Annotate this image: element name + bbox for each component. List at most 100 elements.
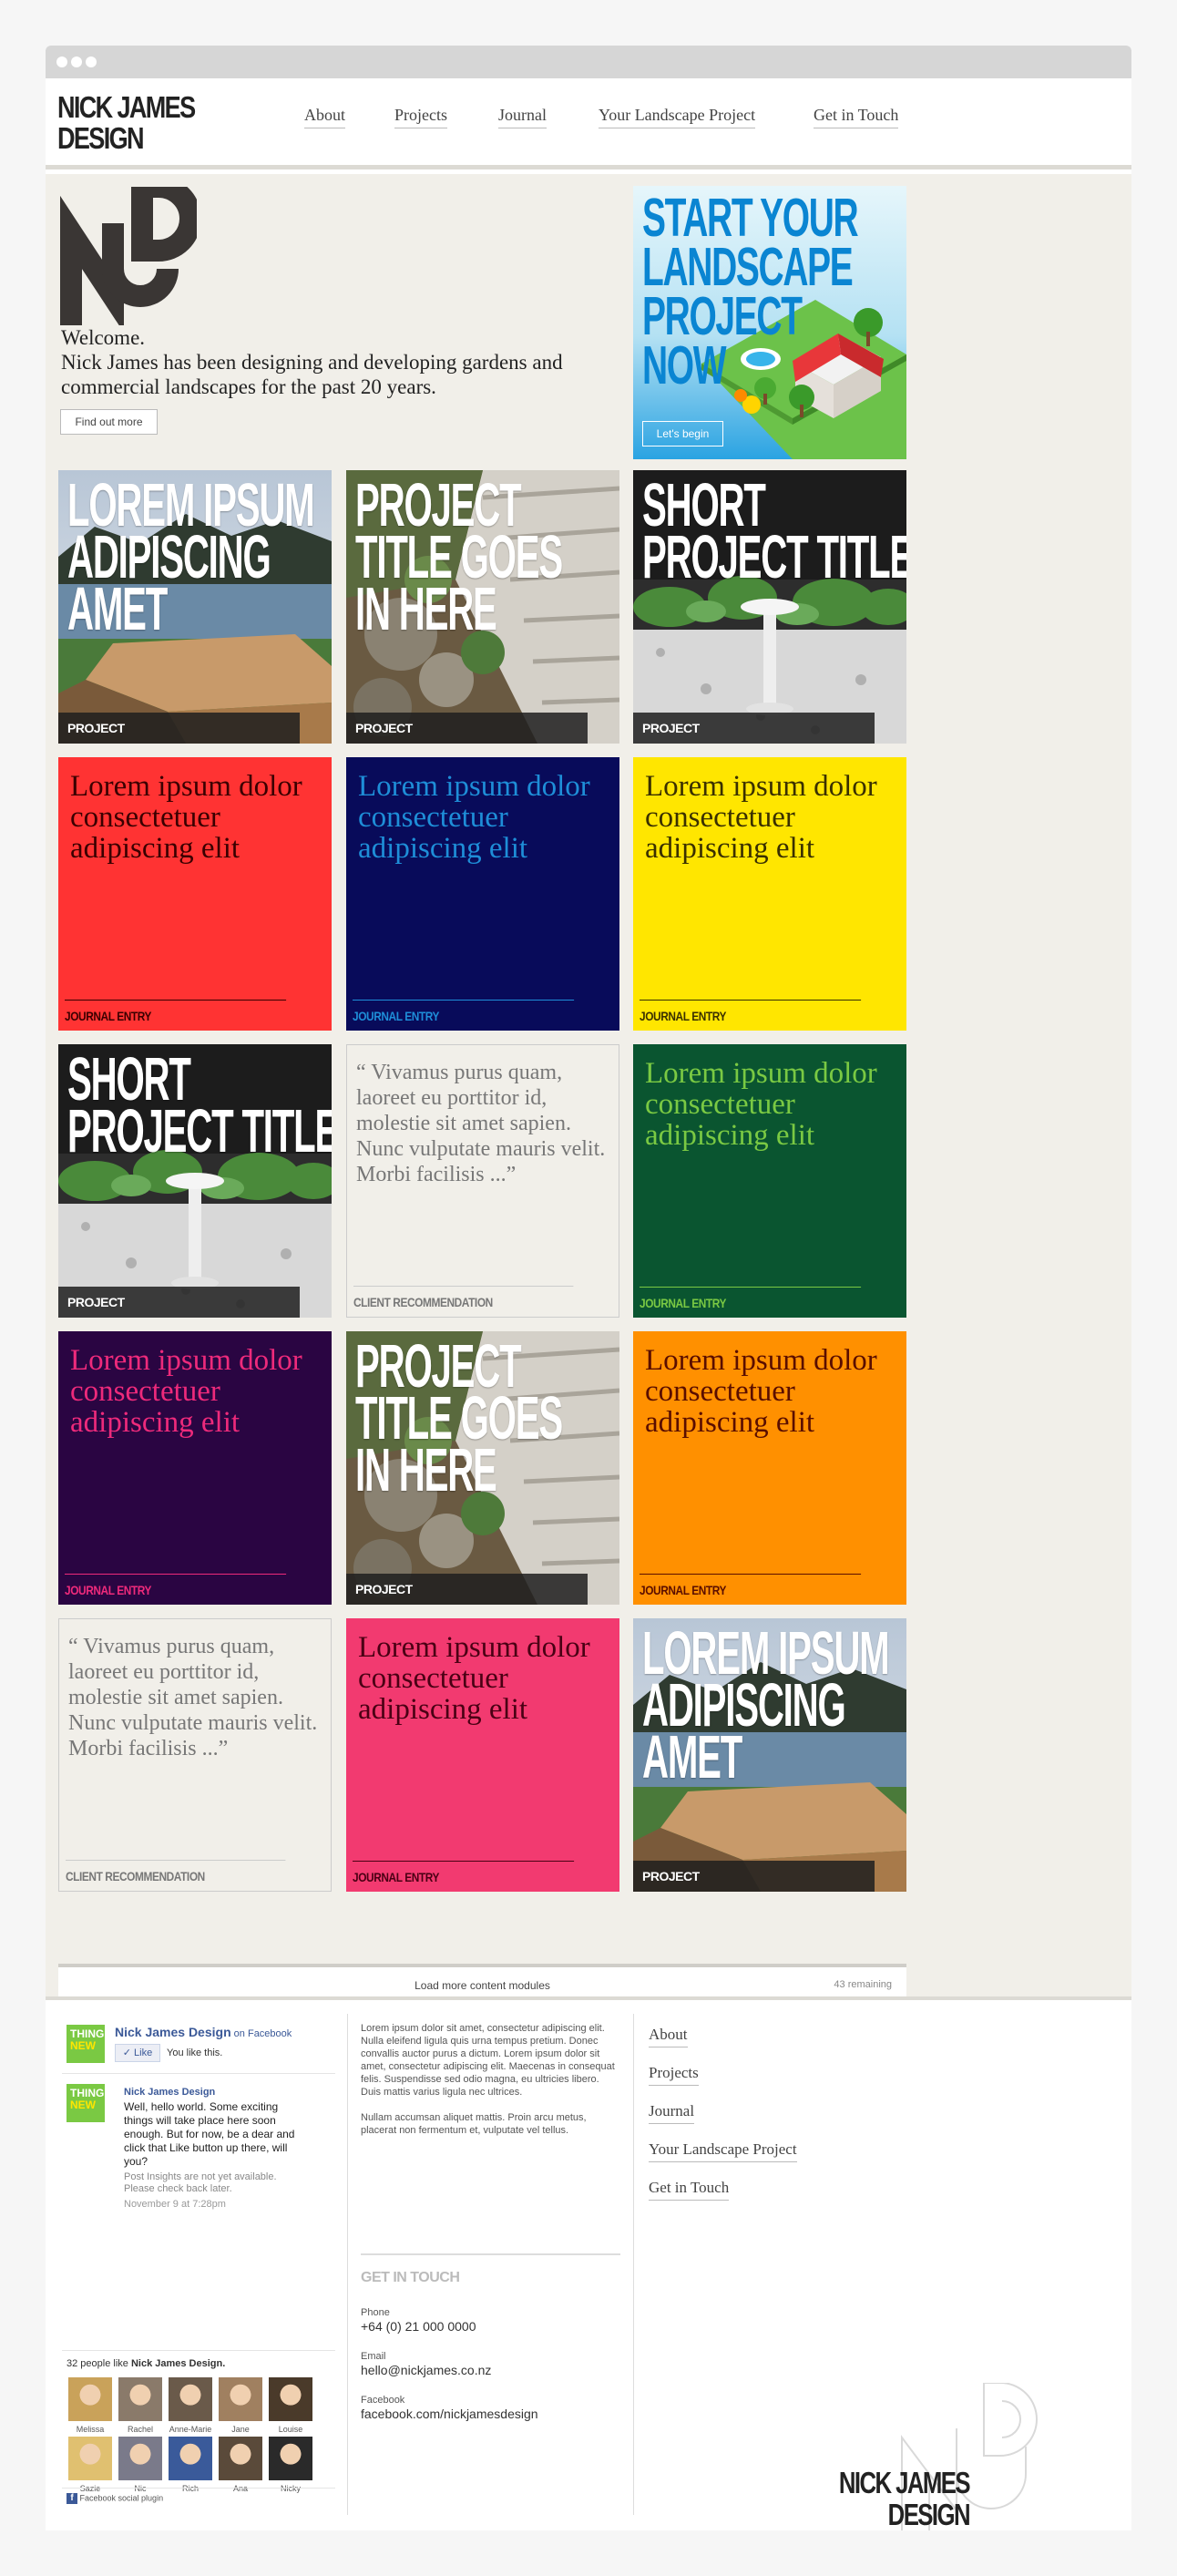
tile-label: PROJECT [346, 1574, 588, 1605]
fan-name[interactable]: Jane [215, 2425, 266, 2434]
fan-avatar[interactable] [169, 2437, 212, 2480]
email-label: Email [361, 2351, 386, 2362]
tile-label: CLIENT RECOMMENDATION [66, 1860, 286, 1891]
tile-label: PROJECT [58, 713, 300, 744]
journal-tile[interactable]: Lorem ipsum dolor consectetuer adipiscin… [58, 1331, 332, 1605]
fb-page-link[interactable]: Nick James Design [115, 2025, 231, 2039]
footer-logo[interactable]: NICK JAMES DESIGN [820, 2467, 971, 2530]
footer-link-your-landscape-project[interactable]: Your Landscape Project [649, 2140, 797, 2162]
fan-avatar[interactable] [269, 2437, 312, 2480]
nav-your-landscape-project[interactable]: Your Landscape Project [599, 106, 756, 128]
fan-name[interactable]: Ana [215, 2484, 266, 2493]
project-title-line: PROJECT TITLE [642, 523, 906, 591]
quote-text: “ Vivamus purus quam, laoreet eu porttit… [356, 1061, 606, 1186]
fan-avatar[interactable] [68, 2437, 112, 2480]
tile-label: PROJECT [346, 713, 588, 744]
fan-name[interactable]: Melissa [65, 2425, 116, 2434]
footer-divider [347, 2014, 348, 2515]
journal-title: Lorem ipsum dolor consectetuer adipiscin… [70, 1344, 302, 1439]
fan-name[interactable]: Rich [165, 2484, 216, 2493]
like-label: Like [134, 2047, 153, 2058]
browser-window: NICK JAMES DESIGN About Projects Journal… [46, 46, 1131, 2530]
project-tile[interactable]: SHORT PROJECT TITLE PROJECT [58, 1044, 332, 1318]
email-link[interactable]: hello@nickjames.co.nz [361, 2363, 491, 2377]
footer-link-get-in-touch[interactable]: Get in Touch [649, 2179, 730, 2201]
fan-avatar[interactable] [219, 2437, 262, 2480]
tile-label: JOURNAL ENTRY [353, 1861, 575, 1892]
quote-text: “ Vivamus purus quam, laoreet eu porttit… [68, 1635, 318, 1760]
fan-name[interactable]: Anne-Marie [165, 2425, 216, 2434]
project-tile[interactable]: PROJECT TITLE GOES IN HERE PROJECT [346, 470, 619, 744]
fan-avatar[interactable] [169, 2377, 212, 2421]
post-thumbnail: THING NEW [67, 2084, 105, 2122]
fan-name[interactable]: Louise [265, 2425, 316, 2434]
fan-avatar[interactable] [68, 2377, 112, 2421]
nav-about[interactable]: About [304, 106, 345, 128]
ad-line: NOW [642, 335, 727, 395]
footer-link-projects[interactable]: Projects [649, 2064, 699, 2086]
ad-headline: START YOUR LANDSCAPE PROJECT NOW [642, 188, 859, 395]
fan-name[interactable]: Rachel [115, 2425, 166, 2434]
journal-title: Lorem ipsum dolor consectetuer adipiscin… [358, 1631, 590, 1726]
fans-page-name[interactable]: Nick James Design. [131, 2358, 225, 2369]
landscape-project-ad[interactable]: START YOUR LANDSCAPE PROJECT NOW Let's b… [633, 186, 906, 459]
journal-tile[interactable]: Lorem ipsum dolor consectetuer adipiscin… [346, 757, 619, 1031]
window-dot-icon[interactable] [71, 56, 82, 67]
fan-name[interactable]: Sazie [65, 2484, 116, 2493]
journal-tile[interactable]: Lorem ipsum dolor consectetuer adipiscin… [633, 757, 906, 1031]
window-dot-icon[interactable] [86, 56, 97, 67]
project-title: PROJECT TITLE GOES IN HERE [355, 1336, 563, 1501]
main-content: Welcome. Nick James has been designing a… [46, 174, 1131, 2002]
ad-line: START YOUR [642, 188, 859, 248]
load-more-button[interactable]: Load more content modules [58, 1979, 906, 1992]
fan-avatar[interactable] [269, 2377, 312, 2421]
welcome-heading: Welcome. [61, 326, 146, 349]
journal-title: Lorem ipsum dolor consectetuer adipiscin… [645, 770, 877, 865]
footer-link-about[interactable]: About [649, 2026, 688, 2047]
footer-about: Lorem ipsum dolor sit amet, consectetur … [361, 2022, 620, 2137]
remaining-count: 43 remaining [834, 1979, 892, 1990]
project-tile[interactable]: LOREM IPSUM ADIPISCING AMET PROJECT [58, 470, 332, 744]
fb-link[interactable]: facebook.com/nickjamesdesign [361, 2407, 538, 2421]
journal-tile[interactable]: Lorem ipsum dolor consectetuer adipiscin… [633, 1331, 906, 1605]
journal-tile[interactable]: Lorem ipsum dolor consectetuer adipiscin… [58, 757, 332, 1031]
project-tile[interactable]: PROJECT TITLE GOES IN HERE PROJECT [346, 1331, 619, 1605]
tile-label: PROJECT [58, 1287, 300, 1318]
phone-value[interactable]: +64 (0) 21 000 0000 [361, 2319, 476, 2334]
find-out-more-button[interactable]: Find out more [60, 409, 158, 435]
fan-avatar[interactable] [118, 2437, 162, 2480]
nav-journal[interactable]: Journal [498, 106, 547, 128]
tile-label: JOURNAL ENTRY [65, 1574, 287, 1605]
site-logo[interactable]: NICK JAMES DESIGN [57, 92, 196, 154]
tile-label: PROJECT [633, 713, 875, 744]
fans-count: 32 people like Nick James Design. [67, 2358, 225, 2369]
project-title-line: PROJECT TITLE [67, 1097, 332, 1165]
fb-like-button[interactable]: ✓ Like [115, 2044, 160, 2062]
post-author[interactable]: Nick James Design [124, 2087, 215, 2098]
plugin-text[interactable]: Facebook social plugin [80, 2493, 164, 2502]
fb-on-facebook[interactable]: on Facebook [231, 2028, 292, 2039]
recommendation-tile[interactable]: “ Vivamus purus quam, laoreet eu porttit… [58, 1618, 332, 1892]
journal-tile[interactable]: Lorem ipsum dolor consectetuer adipiscin… [633, 1044, 906, 1318]
recommendation-tile[interactable]: “ Vivamus purus quam, laoreet eu porttit… [346, 1044, 619, 1318]
project-tile[interactable]: SHORT PROJECT TITLE PROJECT [633, 470, 906, 744]
project-title: SHORT PROJECT TITLE [642, 475, 906, 591]
tile-label: JOURNAL ENTRY [640, 1574, 862, 1605]
welcome-text: Welcome. Nick James has been designing a… [61, 325, 626, 399]
nav-get-in-touch[interactable]: Get in Touch [814, 106, 899, 128]
contact-email: Email hello@nickjames.co.nz [361, 2350, 491, 2377]
site-header: NICK JAMES DESIGN About Projects Journal… [46, 78, 1131, 169]
project-tile[interactable]: LOREM IPSUM ADIPISCING AMET PROJECT [633, 1618, 906, 1892]
fan-avatar[interactable] [118, 2377, 162, 2421]
lets-begin-button[interactable]: Let's begin [642, 421, 723, 446]
page-thumbnail: THING NEW [67, 2025, 105, 2063]
fan-name[interactable]: Nicky [265, 2484, 316, 2493]
footer-link-journal[interactable]: Journal [649, 2102, 695, 2124]
window-dot-icon[interactable] [56, 56, 67, 67]
tile-label: JOURNAL ENTRY [65, 1000, 287, 1031]
fan-name[interactable]: Nic [115, 2484, 166, 2493]
journal-tile[interactable]: Lorem ipsum dolor consectetuer adipiscin… [346, 1618, 619, 1892]
journal-title: Lorem ipsum dolor consectetuer adipiscin… [358, 770, 590, 865]
fan-avatar[interactable] [219, 2377, 262, 2421]
nav-projects[interactable]: Projects [394, 106, 447, 128]
